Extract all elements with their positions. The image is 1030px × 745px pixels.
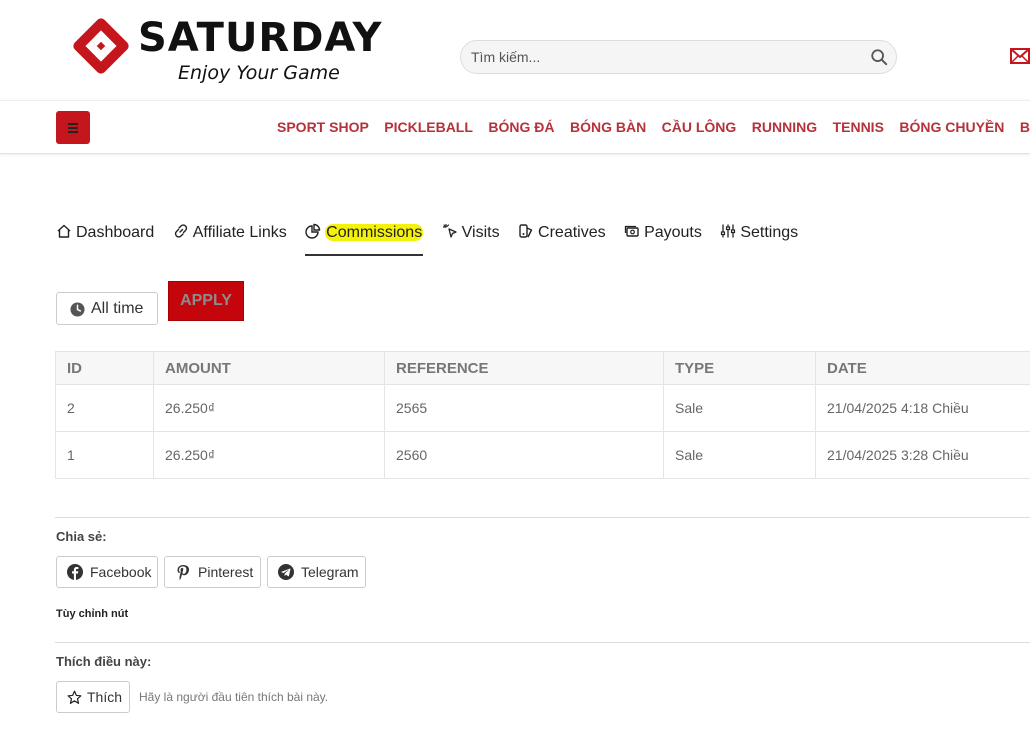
cell-reference: 2565 <box>384 384 664 432</box>
hamburger-icon <box>68 127 78 129</box>
hamburger-icon <box>68 131 78 133</box>
share-pinterest-button[interactable]: Pinterest <box>164 556 261 588</box>
nav-item-sport-shop[interactable]: SPORT SHOP <box>277 119 369 135</box>
main-nav: SPORT SHOP PICKLEBALL BÓNG ĐÁ BÓNG BÀN C… <box>0 100 1030 154</box>
share-facebook-button[interactable]: Facebook <box>56 556 158 588</box>
affiliate-tabs: Dashboard Affiliate Links Commissions Vi… <box>56 222 812 256</box>
tab-affiliate-links[interactable]: Affiliate Links <box>173 222 287 256</box>
share-heading: Chia sẻ: <box>56 529 107 544</box>
tab-label: Visits <box>461 224 500 241</box>
tab-label: Payouts <box>644 224 702 241</box>
facebook-icon <box>67 564 83 580</box>
link-icon <box>174 224 187 238</box>
nav-item-bong-ro[interactable]: BÓN <box>1020 119 1030 135</box>
pie-chart-icon <box>305 223 321 239</box>
tab-label: Commissions <box>325 224 424 241</box>
site-logo[interactable]: SATURDAY Enjoy Your Game <box>66 10 386 90</box>
cell-id: 2 <box>55 384 154 432</box>
cell-amount: 26.250₫ <box>153 384 385 432</box>
share-pinterest-label: Pinterest <box>198 564 254 580</box>
like-button[interactable]: Thích <box>56 681 130 713</box>
cash-icon <box>624 225 639 237</box>
creative-icon <box>519 224 533 238</box>
customize-buttons-link[interactable]: Tùy chỉnh nút <box>56 608 128 620</box>
mail-icon[interactable] <box>1010 48 1030 64</box>
tab-label: Creatives <box>538 224 606 241</box>
nav-item-tennis[interactable]: TENNIS <box>833 119 884 135</box>
table-row: 2 26.250₫ 2565 Sale 21/04/2025 4:18 Chiề… <box>55 384 1030 432</box>
logo-mark-icon <box>73 18 129 74</box>
tab-creatives[interactable]: Creatives <box>518 222 606 256</box>
nav-item-running[interactable]: RUNNING <box>752 119 817 135</box>
search-bar <box>460 40 897 74</box>
menu-toggle-button[interactable] <box>56 111 90 144</box>
nav-item-bong-chuyen[interactable]: BÓNG CHUYỀN <box>899 119 1004 135</box>
cell-date: 21/04/2025 4:18 Chiều <box>815 384 1030 432</box>
nav-item-pickleball[interactable]: PICKLEBALL <box>384 119 473 135</box>
logo-wordmark: SATURDAY <box>138 15 383 61</box>
telegram-icon <box>278 564 294 580</box>
tab-commissions[interactable]: Commissions <box>305 222 424 256</box>
date-range-button[interactable]: All time <box>56 292 158 325</box>
share-telegram-button[interactable]: Telegram <box>267 556 366 588</box>
tab-label: Dashboard <box>76 224 155 241</box>
nav-menu: SPORT SHOP PICKLEBALL BÓNG ĐÁ BÓNG BÀN C… <box>277 119 1030 137</box>
share-telegram-label: Telegram <box>301 564 359 580</box>
tab-label: Settings <box>740 224 799 241</box>
divider <box>55 642 1030 643</box>
hamburger-icon <box>68 123 78 125</box>
nav-item-cau-long[interactable]: CẦU LÔNG <box>662 119 737 135</box>
nav-item-bong-da[interactable]: BÓNG ĐÁ <box>488 119 554 135</box>
pinterest-icon <box>177 565 189 580</box>
clock-icon <box>70 302 85 317</box>
table-row: 1 26.250₫ 2560 Sale 21/04/2025 3:28 Chiề… <box>55 431 1030 479</box>
apply-button[interactable]: Apply <box>168 281 244 321</box>
cell-type: Sale <box>663 384 816 432</box>
column-header-reference: REFERENCE <box>384 351 664 385</box>
share-facebook-label: Facebook <box>90 564 152 580</box>
cell-type: Sale <box>663 431 816 479</box>
column-header-amount: AMOUNT <box>153 351 385 385</box>
cell-id: 1 <box>55 431 154 479</box>
column-header-type: TYPE <box>663 351 816 385</box>
cell-reference: 2560 <box>384 431 664 479</box>
tab-label: Affiliate Links <box>192 224 287 241</box>
commissions-table: ID AMOUNT REFERENCE TYPE DATE 2 26.250₫ … <box>55 351 1030 479</box>
table-header-row: ID AMOUNT REFERENCE TYPE DATE <box>55 351 1030 385</box>
site-header: SATURDAY Enjoy Your Game <box>0 0 1030 100</box>
cursor-click-icon <box>442 223 457 238</box>
like-heading: Thích điều này: <box>56 654 152 669</box>
divider <box>55 517 1030 518</box>
nav-item-bong-ban[interactable]: BÓNG BÀN <box>570 119 646 135</box>
home-icon <box>57 224 71 238</box>
logo-tagline: Enjoy Your Game <box>178 62 340 84</box>
date-range-label: All time <box>91 300 144 317</box>
column-header-date: DATE <box>815 351 1030 385</box>
search-icon[interactable] <box>870 48 888 66</box>
like-button-label: Thích <box>87 689 123 705</box>
star-icon <box>67 690 82 704</box>
sliders-icon <box>721 224 736 238</box>
tab-payouts[interactable]: Payouts <box>624 222 702 256</box>
cell-amount: 26.250₫ <box>153 431 385 479</box>
like-note: Hãy là người đầu tiên thích bài này. <box>139 690 329 704</box>
cell-date: 21/04/2025 3:28 Chiều <box>815 431 1030 479</box>
tab-visits[interactable]: Visits <box>442 222 500 256</box>
column-header-id: ID <box>55 351 154 385</box>
search-input[interactable] <box>471 41 851 73</box>
tab-dashboard[interactable]: Dashboard <box>56 222 154 256</box>
tab-settings[interactable]: Settings <box>720 222 798 256</box>
